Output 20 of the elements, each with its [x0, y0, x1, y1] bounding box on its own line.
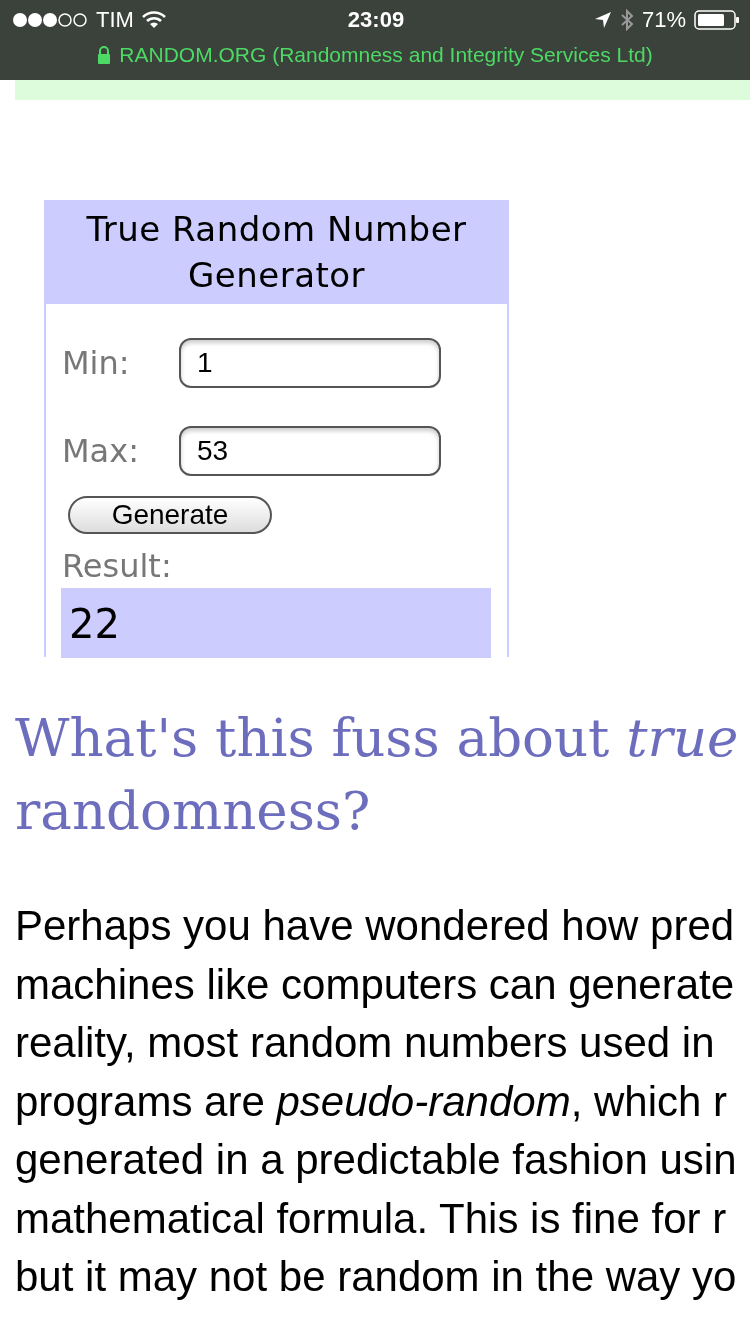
field-label: Min:	[62, 344, 131, 382]
carrier-name: TIM	[96, 7, 134, 33]
location-arrow-icon	[593, 11, 612, 29]
bluetooth-icon	[619, 9, 634, 31]
result-value: 22	[61, 588, 491, 658]
signal-icon	[12, 12, 88, 28]
result-label: Result:	[62, 548, 173, 584]
number-input[interactable]: 53	[179, 426, 441, 476]
battery-percent: 71%	[641, 7, 686, 33]
site-address[interactable]: RANDOM.ORG (Randomness and Integrity Services Ltd)	[119, 43, 653, 67]
generate-button[interactable]: Generate	[68, 496, 272, 534]
battery-icon	[694, 10, 740, 30]
widget-title: True Random Number Generator	[44, 200, 509, 304]
section-heading: What's this fuss about true randomness?	[15, 706, 740, 843]
body-paragraph: Perhaps you have wondered how pred machines like computers can generate reality, most random numbers used in programs are pseudo-random, which r generated in a predictable fashion usin mathematical formula. This is fine for r but it may not be random in the way yo	[15, 901, 738, 1302]
number-input[interactable]: 1	[179, 338, 441, 388]
clock-time: 23:09	[347, 7, 405, 33]
wifi-icon	[141, 11, 166, 29]
field-label: Max:	[62, 432, 140, 470]
lock-icon	[97, 46, 112, 64]
